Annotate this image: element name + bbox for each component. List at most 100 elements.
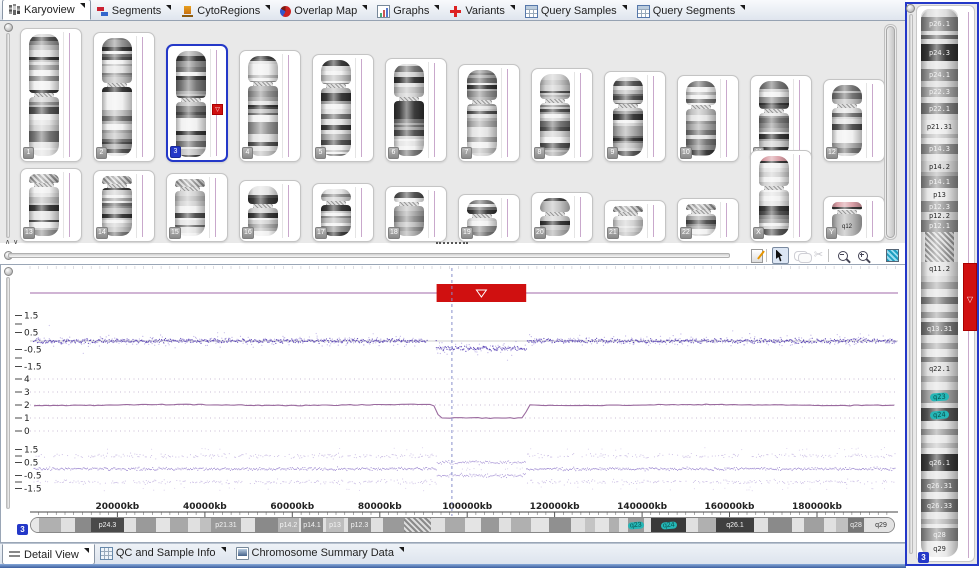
sidebar-band-p12.3: p12.3 [921,201,958,212]
chromosome-card-20[interactable]: 20 [531,192,593,242]
chromosome-8-ideogram[interactable] [540,74,570,156]
chromosome-card-12[interactable]: 12 [823,79,885,162]
karyoview-zoom-slider-knob[interactable] [4,23,13,32]
sidebar-band [921,9,958,17]
edit-pen-button[interactable] [748,247,765,264]
tab-menu-triangle-icon[interactable] [740,5,745,10]
tab-menu-triangle-icon[interactable] [510,5,515,10]
chromosome-card-3[interactable]: 3▽ [166,44,228,162]
chromosome-9-ideogram[interactable] [613,77,643,156]
sidebar-chromosome[interactable]: p26.1p24.3p24.1p22.3p22.1p21.31p14.3p14.… [921,9,958,557]
plot-thumbnail-button[interactable] [884,247,901,264]
select-arrow-button[interactable] [772,247,789,264]
chromosome-card-Y[interactable]: q12Y [823,196,885,242]
chromosome-card-19[interactable]: 19 [458,194,520,242]
chromosome-card-10[interactable]: 10 [677,75,739,162]
bottom-tab-chromosome-summary-data[interactable]: Chromosome Summary Data [231,544,409,562]
bottom-tab-detail-view[interactable]: Detail View [2,544,95,565]
chromosome-card-8[interactable]: 8 [531,68,593,162]
chromosome-card-14[interactable]: 14 [93,170,155,242]
chromosome-card-22[interactable]: 22 [677,198,739,242]
chromosome-X-ideogram[interactable] [759,156,789,236]
chromosome-card-17[interactable]: 17 [312,183,374,242]
tab-variants[interactable]: Variants [444,2,520,20]
splitter-collapse-arrows[interactable]: ∧∨ [5,238,21,246]
chromosome-card-18[interactable]: 18 [385,186,447,242]
tab-karyoview[interactable]: Karyoview [2,0,91,20]
bottom-tab-qc-and-sample-info[interactable]: QC and Sample Info [95,544,231,562]
chromosome-6-ideogram[interactable] [394,64,424,156]
chromosome-1-ideogram[interactable] [29,34,59,156]
sidebar-band-q26.33: q26.33 [921,499,958,512]
tab-menu-triangle-icon[interactable] [80,3,85,8]
segment-marker[interactable]: ▽ [212,104,223,115]
karyoview-hslider-track[interactable] [8,253,730,258]
tab-graphs[interactable]: Graphs [372,2,444,20]
chromosome-card-13[interactable]: 13 [20,168,82,242]
sidebar-band-q26.31: q26.31 [921,479,958,492]
karyoview-zoom-slider-track[interactable] [6,33,10,238]
karyoview-scrollbar-thumb[interactable] [886,26,895,238]
tab-menu-triangle-icon[interactable] [221,547,226,552]
card-divider [501,68,502,158]
chromosome-3-ideogram[interactable] [176,51,206,157]
chromosome-2-ideogram[interactable] [102,38,132,156]
variants-icon [449,5,462,18]
chromosome3-ideogram[interactable]: p24.3p21.31p14.2p14.1p13p12.3q23q24q26.1… [30,517,895,533]
chromosome-number-label: 2 [96,147,107,159]
chromosome-card-15[interactable]: 15 [166,173,228,242]
zoom-in-button[interactable] [854,247,871,264]
ideogram-band [188,518,200,532]
sidebar-band [921,282,958,289]
sidebar-slider-knob[interactable] [906,4,915,13]
ideogram-band [170,518,188,532]
chromosome-card-7[interactable]: 7 [458,64,520,162]
tab-menu-triangle-icon[interactable] [362,5,367,10]
overlap-map-icon [280,6,291,17]
chromosome-card-16[interactable]: 16 [239,180,301,242]
tab-overlap-map[interactable]: Overlap Map [275,2,372,20]
tab-menu-triangle-icon[interactable] [434,5,439,10]
card-divider [866,83,867,158]
tab-segments[interactable]: Segments [91,2,177,20]
chromosome-card-5[interactable]: 5 [312,54,374,162]
cut-button[interactable]: ✂ [810,247,827,264]
detail-zoom-slider-knob[interactable] [4,267,13,276]
ideogram-band [124,518,136,532]
sample-track-line [726,80,727,157]
chromosome-4-ideogram[interactable] [248,56,278,156]
tab-cytoregions[interactable]: CytoRegions [176,2,275,20]
chromosome-card-9[interactable]: 9 [604,71,666,162]
chromosome-card-X[interactable]: X [750,150,812,242]
chromosome-card-4[interactable]: 4 [239,50,301,162]
chromosome-card-1[interactable]: 1 [20,28,82,162]
tab-query-segments[interactable]: Query Segments [632,2,751,20]
karyoview-scrollbar[interactable] [884,24,897,240]
link-button[interactable] [792,247,809,264]
sidebar-segment-marker[interactable]: ▽ [963,263,977,331]
detail-zoom-slider-track[interactable] [6,277,10,509]
chromosome-7-ideogram[interactable] [467,70,497,156]
sidebar-band-p22.3: p22.3 [921,87,958,97]
chromosome-11-ideogram[interactable] [759,81,789,156]
chromosome-card-21[interactable]: 21 [604,200,666,242]
zoom-out-button[interactable] [834,247,851,264]
band-label: p26.1 [929,20,950,28]
ideogram-band [824,518,836,532]
tab-menu-triangle-icon[interactable] [399,547,404,552]
tab-menu-triangle-icon[interactable] [84,548,89,553]
tab-menu-triangle-icon[interactable] [622,5,627,10]
sample-track-line [69,33,70,157]
tab-query-samples[interactable]: Query Samples [520,2,632,20]
tab-menu-triangle-icon[interactable] [265,5,270,10]
chromosome-card-6[interactable]: 6 [385,58,447,162]
chromosome-card-11[interactable]: 11 [750,75,812,162]
chromosome-card-2[interactable]: 2 [93,32,155,162]
tab-menu-triangle-icon[interactable] [166,5,171,10]
chromosome-12-ideogram[interactable] [832,85,862,156]
chromosome-10-ideogram[interactable] [686,81,716,156]
splitter-handle[interactable] [436,242,468,244]
sidebar-slider-track[interactable] [909,14,913,554]
chromosome-5-ideogram[interactable] [321,60,351,156]
detail-view-panel[interactable] [0,264,906,543]
